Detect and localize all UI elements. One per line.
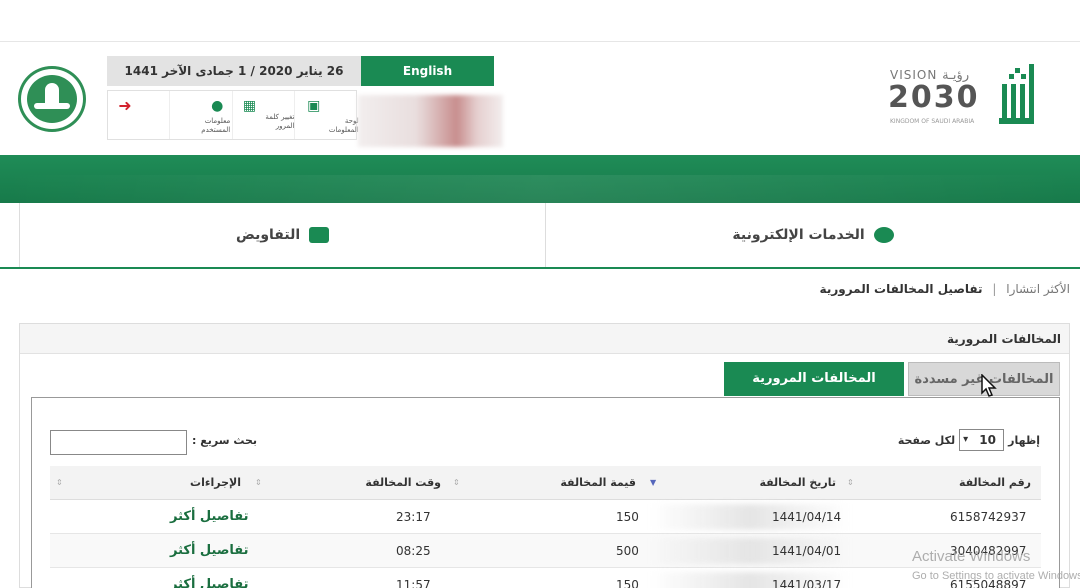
col-violation-time[interactable]: وقت المخالفة [291, 466, 441, 500]
breadcrumb-separator: | [992, 282, 997, 296]
violation-date: 1441/03/17 [772, 578, 842, 588]
nav-tab-authorizations[interactable]: التفاويض [19, 203, 546, 267]
briefcase-icon [309, 227, 330, 243]
table-row: 3040482997 1441/04/01 500 08:25 تفاصيل أ… [50, 534, 1041, 568]
page-size-control: إظهار 10 لكل صفحة [898, 429, 1040, 451]
eservices-label: الخدمات الإلكترونية [732, 227, 865, 243]
main-navigation: التفاويض الخدمات الإلكترونية [0, 203, 1080, 269]
browser-top-strip [0, 0, 1080, 42]
logout-button[interactable]: ➜ [108, 91, 169, 139]
vision-subtitle: KINGDOM OF SAUDI ARABIA [890, 118, 975, 125]
violation-time: 23:17 [396, 510, 431, 524]
table-row: 6158742937 1441/04/14 150 23:17 تفاصيل أ… [50, 500, 1041, 534]
breadcrumb-home[interactable]: الأكثر انتشارا [1006, 282, 1070, 296]
violation-amount: 500 [616, 544, 639, 558]
sort-icon[interactable]: ⇕ [847, 478, 854, 487]
quick-search-label: بحث سريع : [192, 434, 258, 447]
dashboard-icon: ▣ [307, 98, 321, 114]
activate-windows-title: Activate Windows [912, 548, 1031, 565]
ministry-emblem-logo [18, 66, 86, 132]
dashboard-button[interactable]: ▣ لوحة المعلومات [293, 91, 359, 139]
user-icon: ● [211, 98, 224, 114]
violation-date: 1441/04/01 [772, 544, 842, 558]
col-violation-amount[interactable]: قيمة المخالفة [486, 466, 636, 500]
sort-desc-icon[interactable]: ▼ [650, 478, 656, 487]
sort-icon[interactable]: ⇕ [56, 478, 63, 487]
sort-icon[interactable]: ⇕ [255, 478, 262, 487]
blurred-user-name [358, 95, 503, 147]
user-tools-bar: ➜ ● معلومات المستخدم ▦ تغيير كلمة المرور… [107, 90, 359, 140]
violation-time: 11:57 [396, 578, 431, 588]
activate-windows-subtitle: Go to Settings to activate Windows. [912, 570, 1080, 582]
current-date: 26 يناير 2020 / 1 جمادى الآخر 1441 [107, 56, 361, 86]
nav-tab-eservices[interactable]: الخدمات الإلكترونية [546, 203, 1080, 267]
violation-time: 08:25 [396, 544, 431, 558]
violation-amount: 150 [616, 578, 639, 588]
tab-paid-violations[interactable]: المخالفات المرورية المسددة [724, 362, 904, 420]
col-actions[interactable]: الإجراءات [91, 466, 241, 500]
col-violation-number[interactable]: رقم المخالفة [881, 466, 1031, 500]
col-violation-date[interactable]: تاريخ المخالفة [686, 466, 836, 500]
green-banner [0, 155, 1080, 203]
change-password-button[interactable]: ▦ تغيير كلمة المرور [231, 91, 295, 139]
quick-search-input[interactable] [50, 430, 187, 455]
panel-title: المخالفات المرورية [20, 324, 1069, 354]
eservices-icon [873, 227, 894, 243]
user-info-label: معلومات المستخدم [201, 117, 231, 134]
change-password-label: تغيير كلمة المرور [265, 113, 295, 130]
per-page-label: لكل صفحة [897, 433, 956, 447]
breadcrumb: الأكثر انتشارا | تفاصيل المخالفات المرور… [820, 282, 1070, 296]
vision-2030-logo: 2030 [888, 80, 980, 115]
violation-date: 1441/04/14 [772, 510, 842, 524]
user-info-button[interactable]: ● معلومات المستخدم [169, 91, 231, 139]
absher-logo [999, 64, 1034, 124]
english-language-button[interactable]: English [361, 56, 494, 86]
details-link[interactable]: تفاصيل أكثر [170, 534, 249, 568]
violation-amount: 150 [616, 510, 639, 524]
table-header: رقم المخالفة ⇕ تاريخ المخالفة ▼ قيمة الم… [50, 466, 1041, 500]
show-label: إظهار [1008, 433, 1040, 447]
table-row: 6155048897 1441/03/17 150 11:57 تفاصيل أ… [50, 568, 1041, 588]
crossed-swords-icon [34, 103, 70, 109]
breadcrumb-current: تفاصيل المخالفات المرورية [819, 282, 983, 296]
mouse-cursor-icon [981, 374, 997, 397]
authorizations-label: التفاويض [235, 227, 301, 243]
details-link[interactable]: تفاصيل أكثر [170, 500, 249, 534]
details-link[interactable]: تفاصيل أكثر [170, 568, 249, 588]
dashboard-label: لوحة المعلومات [328, 117, 359, 134]
violation-number: 6158742937 [950, 510, 1027, 524]
logout-icon: ➜ [118, 96, 132, 115]
sort-icon[interactable]: ⇕ [453, 478, 460, 487]
page-size-select[interactable]: 10 [959, 429, 1005, 451]
